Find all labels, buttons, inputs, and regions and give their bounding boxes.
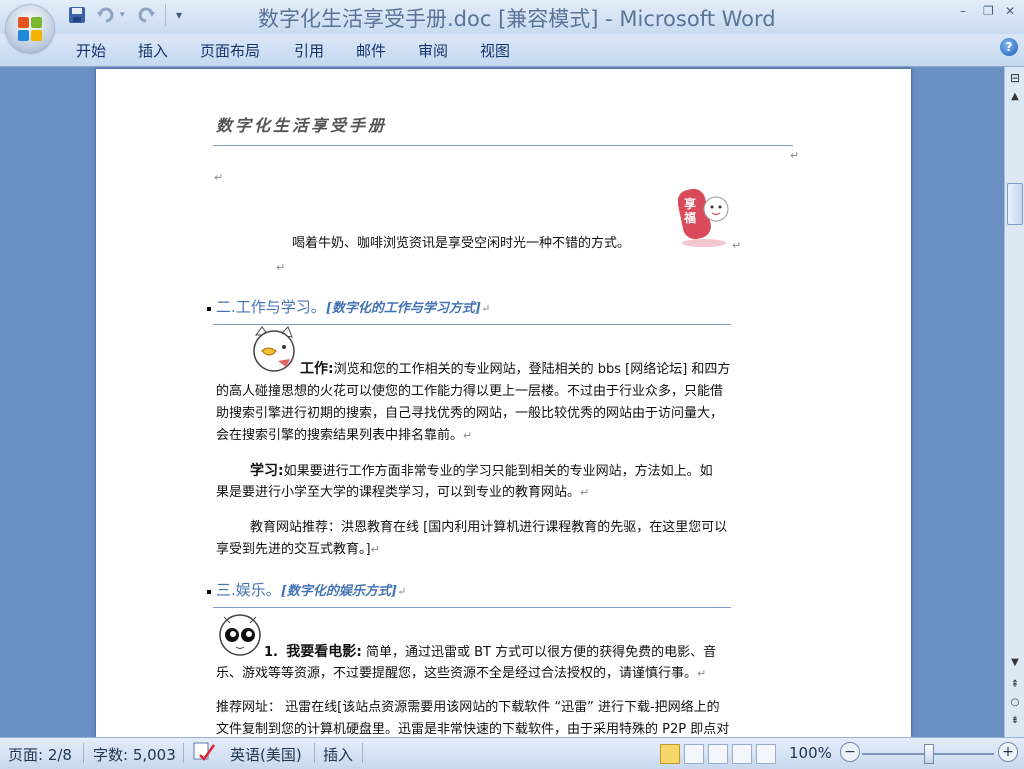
office-logo-icon <box>18 17 42 41</box>
outline-view-icon[interactable] <box>732 744 752 764</box>
zoom-in-button[interactable]: + <box>998 742 1018 762</box>
status-bar: 页面: 2/8 字数: 5,003 英语(美国) 插入 100% − + <box>0 737 1024 769</box>
previous-page-icon[interactable]: ⇞ <box>1005 679 1024 690</box>
section-2-subtitle: [数字化的工作与学习方式] <box>325 301 482 316</box>
paragraph-mark: ↵ <box>214 171 224 184</box>
customize-qat-icon[interactable]: ▾ <box>176 8 182 28</box>
tab-review[interactable]: 审阅 <box>418 40 448 61</box>
header-rule <box>213 145 793 146</box>
status-separator <box>183 743 184 763</box>
next-page-icon[interactable]: ⇟ <box>1005 715 1024 726</box>
proofing-icon[interactable] <box>192 741 216 767</box>
redo-icon[interactable] <box>136 6 156 26</box>
movie-number: 1. <box>264 645 278 660</box>
undo-dropdown-icon[interactable]: ▾ <box>120 10 125 30</box>
tab-home[interactable]: 开始 <box>76 40 106 61</box>
edu-paragraph-line-1: 教育网站推荐：洪恩教育在线 [国内利用计算机进行课程教育的先驱，在这里您可以 <box>250 520 728 535</box>
section-3-rule <box>213 607 731 608</box>
status-separator <box>83 743 84 763</box>
movie-label: 我要看电影: <box>286 644 362 660</box>
movie-paragraph-line-2: 乐、游戏等等资源，不过要提醒您，这些资源不全是经过合法授权的，请谨慎行事。↵ <box>216 666 707 681</box>
work-paragraph-line-1: 工作:浏览和您的工作相关的专业网站，登陆相关的 bbs [网络论坛] 和四方 <box>300 361 731 377</box>
document-page[interactable]: 数字化生活享受手册 ↵ ↵ 享福 喝着牛奶、咖啡浏览资讯是享受空闲时光一种不错的… <box>96 69 911 737</box>
paragraph-mark: ↵ <box>790 149 800 162</box>
section-2-title: 二.工作与学习。 <box>216 298 326 316</box>
scroll-down-icon[interactable]: ▼ <box>1005 657 1024 668</box>
tab-insert[interactable]: 插入 <box>138 40 168 61</box>
work-paragraph-line-4: 会在搜索引擎的搜索结果列表中排名靠前。↵ <box>216 428 473 443</box>
study-label: 学习: <box>250 463 284 479</box>
heading-bullet <box>207 590 211 594</box>
language-indicator[interactable]: 英语(美国) <box>230 744 302 765</box>
study-paragraph-line-2: 果是要进行小学至大学的课程类学习，可以到专业的教育网站。↵ <box>216 485 590 500</box>
full-screen-reading-view-icon[interactable] <box>684 744 704 764</box>
section-2-heading: 二.工作与学习。[数字化的工作与学习方式]↵ <box>216 298 491 316</box>
undo-icon[interactable] <box>96 6 116 26</box>
paragraph-mark: ↵ <box>732 239 742 252</box>
work-paragraph-line-2: 的高人碰撞思想的火花可以使您的工作能力得以更上一层楼。不过由于行业众多，只能借 <box>216 384 724 399</box>
study-paragraph-line-1: 学习:如果要进行工作方面非常专业的学习只能到相关的专业网站，方法如上。如 <box>250 463 713 479</box>
status-separator <box>362 743 363 763</box>
scroll-up-icon[interactable]: ▲ <box>1005 91 1024 102</box>
tab-references[interactable]: 引用 <box>294 40 324 61</box>
recommend-paragraph-line-1: 推荐网址： 迅雷在线[该站点资源需要用该网站的下载软件 “迅雷” 进行下载-把网… <box>216 700 720 715</box>
tab-view[interactable]: 视图 <box>480 40 510 61</box>
happiness-sticker-image: 享福 <box>677 183 730 249</box>
sticker-text: 享福 <box>684 197 697 225</box>
ruler-toggle-icon[interactable]: ⊟ <box>1005 71 1024 85</box>
tab-mailings[interactable]: 邮件 <box>356 40 386 61</box>
zoom-out-button[interactable]: − <box>840 742 860 762</box>
header-title: 数字化生活享受手册 <box>216 116 388 135</box>
section-3-heading: 三.娱乐。[数字化的娱乐方式]↵ <box>216 581 407 599</box>
work-label: 工作: <box>300 361 334 377</box>
heading-bullet <box>207 307 211 311</box>
zoom-level[interactable]: 100% <box>789 744 832 762</box>
cartoon-panda-image <box>216 609 264 657</box>
tab-page-layout[interactable]: 页面布局 <box>200 40 260 61</box>
qat-separator <box>165 4 166 26</box>
movie-paragraph-line-1: 1. 我要看电影: 简单，通过迅雷或 BT 方式可以很方便的获得免费的电影、音 <box>264 644 717 660</box>
insert-mode-indicator[interactable]: 插入 <box>323 744 353 765</box>
section-3-subtitle: [数字化的娱乐方式] <box>280 584 398 599</box>
status-separator <box>314 743 315 763</box>
draft-view-icon[interactable] <box>756 744 776 764</box>
save-icon[interactable] <box>68 6 86 26</box>
intro-text: 喝着牛奶、咖啡浏览资讯是享受空闲时光一种不错的方式。 <box>292 236 631 251</box>
scroll-thumb[interactable] <box>1007 183 1023 225</box>
minimize-button[interactable]: – <box>960 4 966 18</box>
work-paragraph-line-3: 助搜索引擎进行初期的搜索，自己寻找优秀的网站，一般比较优秀的网站由于访问量大， <box>216 406 724 421</box>
office-button[interactable] <box>6 5 54 53</box>
select-browse-object-icon[interactable]: ○ <box>1005 697 1024 708</box>
print-layout-view-icon[interactable] <box>660 744 680 764</box>
help-icon[interactable]: ? <box>1000 38 1018 56</box>
vertical-scrollbar[interactable]: ⊟ ▲ ▼ ⇞ ○ ⇟ <box>1004 67 1024 737</box>
edu-paragraph-line-2: 享受到先进的交互式教育。]↵ <box>216 542 380 557</box>
section-3-title: 三.娱乐。 <box>216 581 281 599</box>
paragraph-mark: ↵ <box>276 261 286 274</box>
zoom-slider-thumb[interactable] <box>924 744 934 764</box>
close-button[interactable]: ✕ <box>1005 4 1015 18</box>
web-layout-view-icon[interactable] <box>708 744 728 764</box>
title-bar: ▾ ▾ 数字化生活享受手册.doc [兼容模式] - Microsoft Wor… <box>0 0 1024 34</box>
cartoon-cat-image <box>248 325 300 377</box>
page-indicator[interactable]: 页面: 2/8 <box>8 744 72 765</box>
restore-button[interactable]: ❐ <box>983 4 994 18</box>
word-count[interactable]: 字数: 5,003 <box>93 744 176 765</box>
window-title: 数字化生活享受手册.doc [兼容模式] - Microsoft Word <box>258 7 776 31</box>
recommend-paragraph-line-2: 文件复制到您的计算机硬盘里。迅雷是非常快速的下载软件，由于采用特殊的 P2P 即… <box>216 722 730 737</box>
